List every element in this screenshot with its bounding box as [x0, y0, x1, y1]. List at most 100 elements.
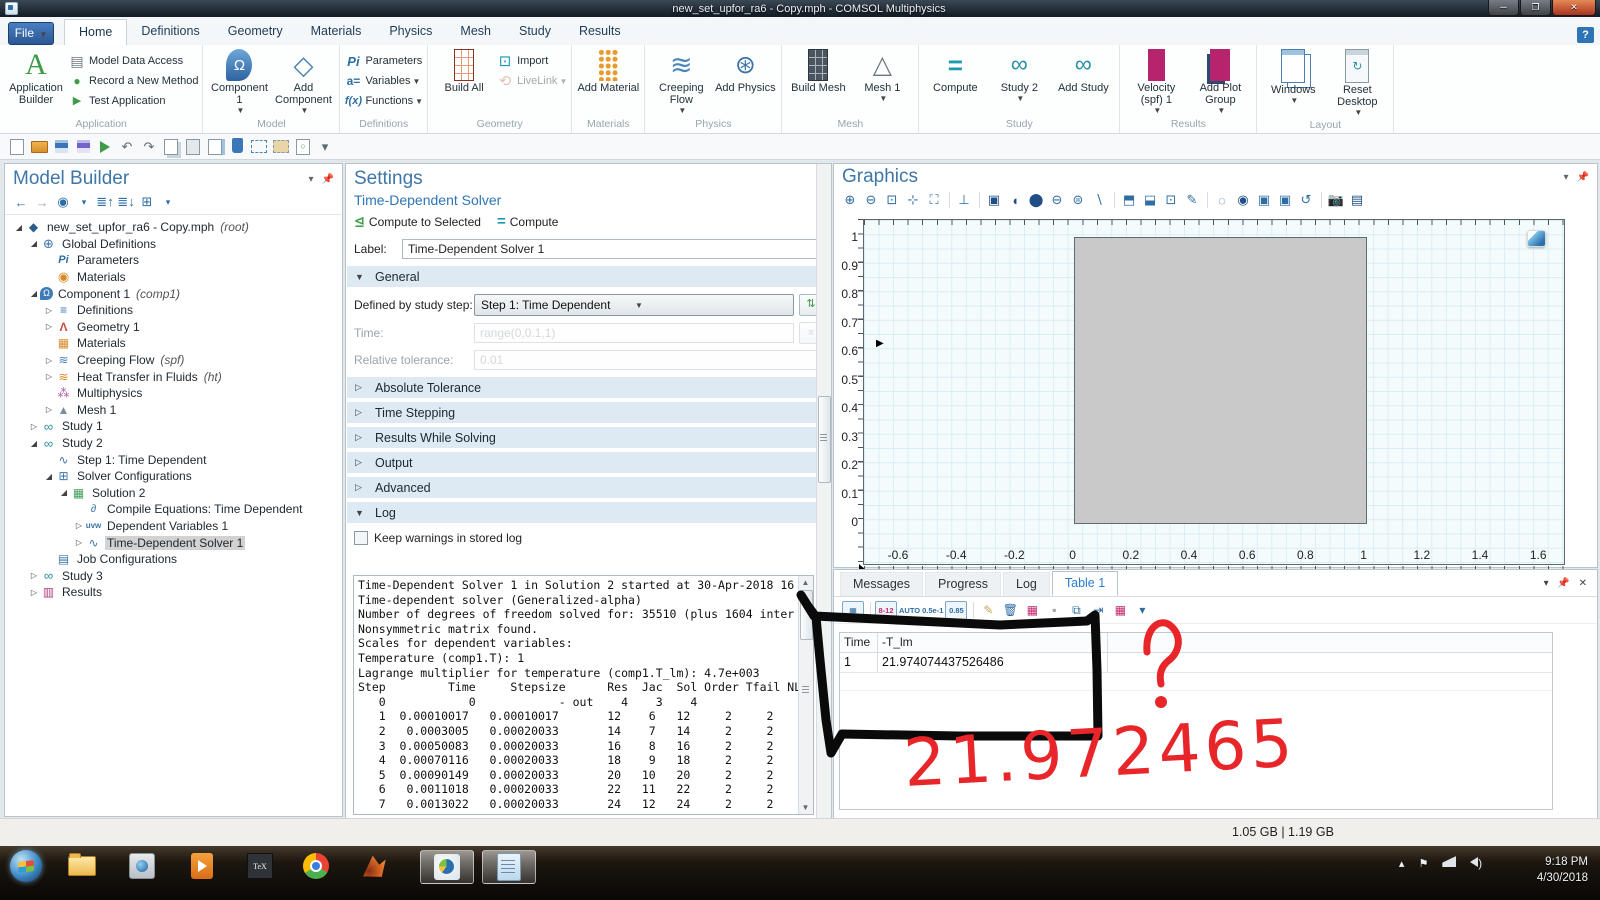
move-up-icon[interactable]: ≣↑ — [95, 193, 115, 211]
help-button[interactable]: ? — [1577, 27, 1594, 43]
tab-progress[interactable]: Progress — [925, 572, 1001, 596]
view-front-icon[interactable]: ⬒ — [1119, 191, 1139, 209]
tab-definitions[interactable]: Definitions — [127, 19, 213, 45]
pin-icon[interactable]: 📌 — [1557, 578, 1569, 589]
compute-button[interactable]: Compute — [510, 215, 559, 229]
settings-scrollbar[interactable] — [816, 164, 831, 819]
tree-collapsed-arrow-icon[interactable]: ▷ — [43, 322, 55, 331]
parameters-button[interactable]: PiParameters — [344, 51, 423, 71]
build-mesh-button[interactable]: Build Mesh — [786, 47, 850, 96]
compute-button[interactable]: =Compute — [923, 47, 987, 96]
transparency-icon[interactable]: ◌ — [1212, 191, 1232, 209]
section-time-stepping[interactable]: ▷Time Stepping — [347, 402, 830, 423]
view-back-icon[interactable]: ⬓ — [1140, 191, 1160, 209]
tree-item-study-2[interactable]: ◢∞Study 2 — [5, 435, 342, 452]
tree-collapsed-arrow-icon[interactable]: ▷ — [73, 538, 85, 547]
copy-table-icon[interactable]: ⧉ — [1066, 602, 1086, 619]
close-button[interactable]: ✕ — [1552, 0, 1596, 16]
column-header-tlm[interactable]: -T_lm — [878, 633, 1108, 652]
tree-collapsed-arrow-icon[interactable]: ▷ — [43, 405, 55, 414]
label-input[interactable]: Time-Dependent Solver 1 — [402, 239, 823, 259]
section-advanced[interactable]: ▷Advanced — [347, 477, 830, 498]
panel-menu-icon[interactable]: ▾ — [1544, 578, 1549, 589]
column-header-time[interactable]: Time — [840, 633, 878, 652]
show-icon[interactable]: ◉ — [53, 193, 73, 211]
tree-expanded-arrow-icon[interactable]: ◢ — [28, 239, 40, 248]
shape-oval-icon[interactable]: ⊖ — [1047, 191, 1067, 209]
tree-collapsed-arrow-icon[interactable]: ▷ — [28, 588, 40, 597]
tree-item-study-3[interactable]: ▷∞Study 3 — [5, 567, 342, 584]
tree-expanded-arrow-icon[interactable]: ◢ — [43, 472, 55, 481]
study-2-button[interactable]: ∞Study 2 ▼ — [987, 47, 1051, 105]
tab-materials[interactable]: Materials — [297, 19, 376, 45]
tree-collapsed-arrow-icon[interactable]: ▷ — [43, 306, 55, 315]
section-output[interactable]: ▷Output — [347, 452, 830, 473]
plot-area[interactable]: ▶ — [863, 219, 1565, 565]
collapse-icon[interactable]: ⊞ — [137, 193, 157, 211]
image-snapshot-icon[interactable]: ▣ — [984, 191, 1004, 209]
show-dropdown-icon[interactable]: ▾ — [74, 193, 94, 211]
dropdown-icon[interactable]: ▾ — [1132, 602, 1152, 619]
toolbar-dropdown-icon[interactable]: ▾ — [158, 193, 178, 211]
creeping-flow-button[interactable]: ≋Creeping Flow ▼ — [649, 47, 713, 117]
notepad-active[interactable] — [482, 850, 536, 884]
explorer[interactable] — [64, 850, 100, 882]
matlab[interactable] — [356, 850, 392, 882]
tray-expand-icon[interactable]: ▴ — [1399, 857, 1405, 870]
media-player[interactable] — [184, 850, 220, 882]
zoom-box-icon[interactable]: ⊡ — [882, 191, 902, 209]
scene-color-icon[interactable]: ▣ — [1275, 191, 1295, 209]
log-scrollbar[interactable]: ▲ ▼ — [798, 576, 813, 814]
rotate-icon[interactable]: ↺ — [1296, 191, 1316, 209]
default-view-icon[interactable]: ⊥ — [954, 191, 974, 209]
tree-item-heat-transfer-in-fluids[interactable]: ▷≋Heat Transfer in Fluids(ht) — [5, 368, 342, 385]
compute-to-selected-button[interactable]: Compute to Selected — [369, 215, 481, 229]
tree-expanded-arrow-icon[interactable]: ◢ — [28, 439, 40, 448]
add-plot-group-button[interactable]: Add Plot Group ▼ — [1188, 47, 1252, 117]
table-add-icon[interactable]: ▦ — [1022, 602, 1042, 619]
undo-icon[interactable]: ↶ — [116, 138, 138, 156]
comsol-active[interactable] — [420, 850, 474, 884]
tree-expanded-arrow-icon[interactable]: ◢ — [58, 488, 70, 497]
tab-table-1[interactable]: Table 1 — [1052, 571, 1118, 596]
tab-geometry[interactable]: Geometry — [214, 19, 297, 45]
scene-edges-icon[interactable]: ▣ — [1254, 191, 1274, 209]
velocity-spf-1-button[interactable]: Velocity (spf) 1 ▼ — [1124, 47, 1188, 117]
table-row[interactable]: 1 21.974074437526486 — [840, 653, 1552, 673]
zoom-selected-icon[interactable]: ○ — [292, 138, 314, 156]
tree-item-component-1[interactable]: ◢ΩComponent 1(comp1) — [5, 285, 342, 302]
windows-button[interactable]: Windows ▼ — [1261, 47, 1325, 107]
e-1-icon[interactable]: 0.5e-1 — [922, 602, 943, 619]
defined-by-select[interactable]: Step 1: Time Dependent▼ — [474, 294, 794, 316]
tree-expanded-arrow-icon[interactable]: ◢ — [13, 223, 25, 232]
keep-warnings-checkbox[interactable] — [354, 531, 368, 545]
component-1-button[interactable]: ΩComponent 1 ▼ — [207, 47, 271, 117]
tab-home[interactable]: Home — [64, 19, 127, 45]
panel-menu-icon[interactable]: ▾ — [309, 174, 314, 185]
duplicate-icon[interactable] — [204, 138, 226, 156]
application-builder-button[interactable]: AApplication Builder — [4, 47, 68, 108]
tree-item-compile-equations-time-dependent[interactable]: ∂Compile Equations: Time Dependent — [5, 501, 342, 518]
tree-item-step-1-time-dependent[interactable]: ∿Step 1: Time Dependent — [5, 451, 342, 468]
tab-mesh[interactable]: Mesh — [446, 19, 505, 45]
mesh-1-button[interactable]: △Mesh 1 ▼ — [850, 47, 914, 105]
model-data-access-button[interactable]: ▤Model Data Access — [68, 51, 198, 71]
geometry-rectangle[interactable] — [1074, 237, 1367, 524]
tree-item-solution-2[interactable]: ◢▦Solution 2 — [5, 485, 342, 502]
back-icon[interactable]: ← — [11, 193, 31, 211]
zoom-out-icon[interactable]: ⊖ — [861, 191, 881, 209]
pin-icon[interactable]: 📌 — [1577, 172, 1589, 183]
tree-item-dependent-variables-1[interactable]: ▷uvwDependent Variables 1 — [5, 518, 342, 535]
tree-collapsed-arrow-icon[interactable]: ▷ — [28, 571, 40, 580]
redo-icon[interactable]: ↷ — [138, 138, 160, 156]
test-application-button[interactable]: ▶Test Application — [68, 91, 198, 111]
close-panel-icon[interactable]: ✕ — [1579, 578, 1587, 589]
volume-icon[interactable]: ) — [1470, 857, 1482, 870]
tree-item-study-1[interactable]: ▷∞Study 1 — [5, 418, 342, 435]
tab-study[interactable]: Study — [505, 19, 565, 45]
save-icon[interactable] — [50, 138, 72, 156]
shape-slash-icon[interactable]: ∖ — [1089, 191, 1109, 209]
deselect-box-icon[interactable] — [270, 138, 292, 156]
add-material-button[interactable]: Add Material — [576, 47, 640, 96]
action-center-flag-icon[interactable]: ⚑ — [1418, 857, 1428, 870]
